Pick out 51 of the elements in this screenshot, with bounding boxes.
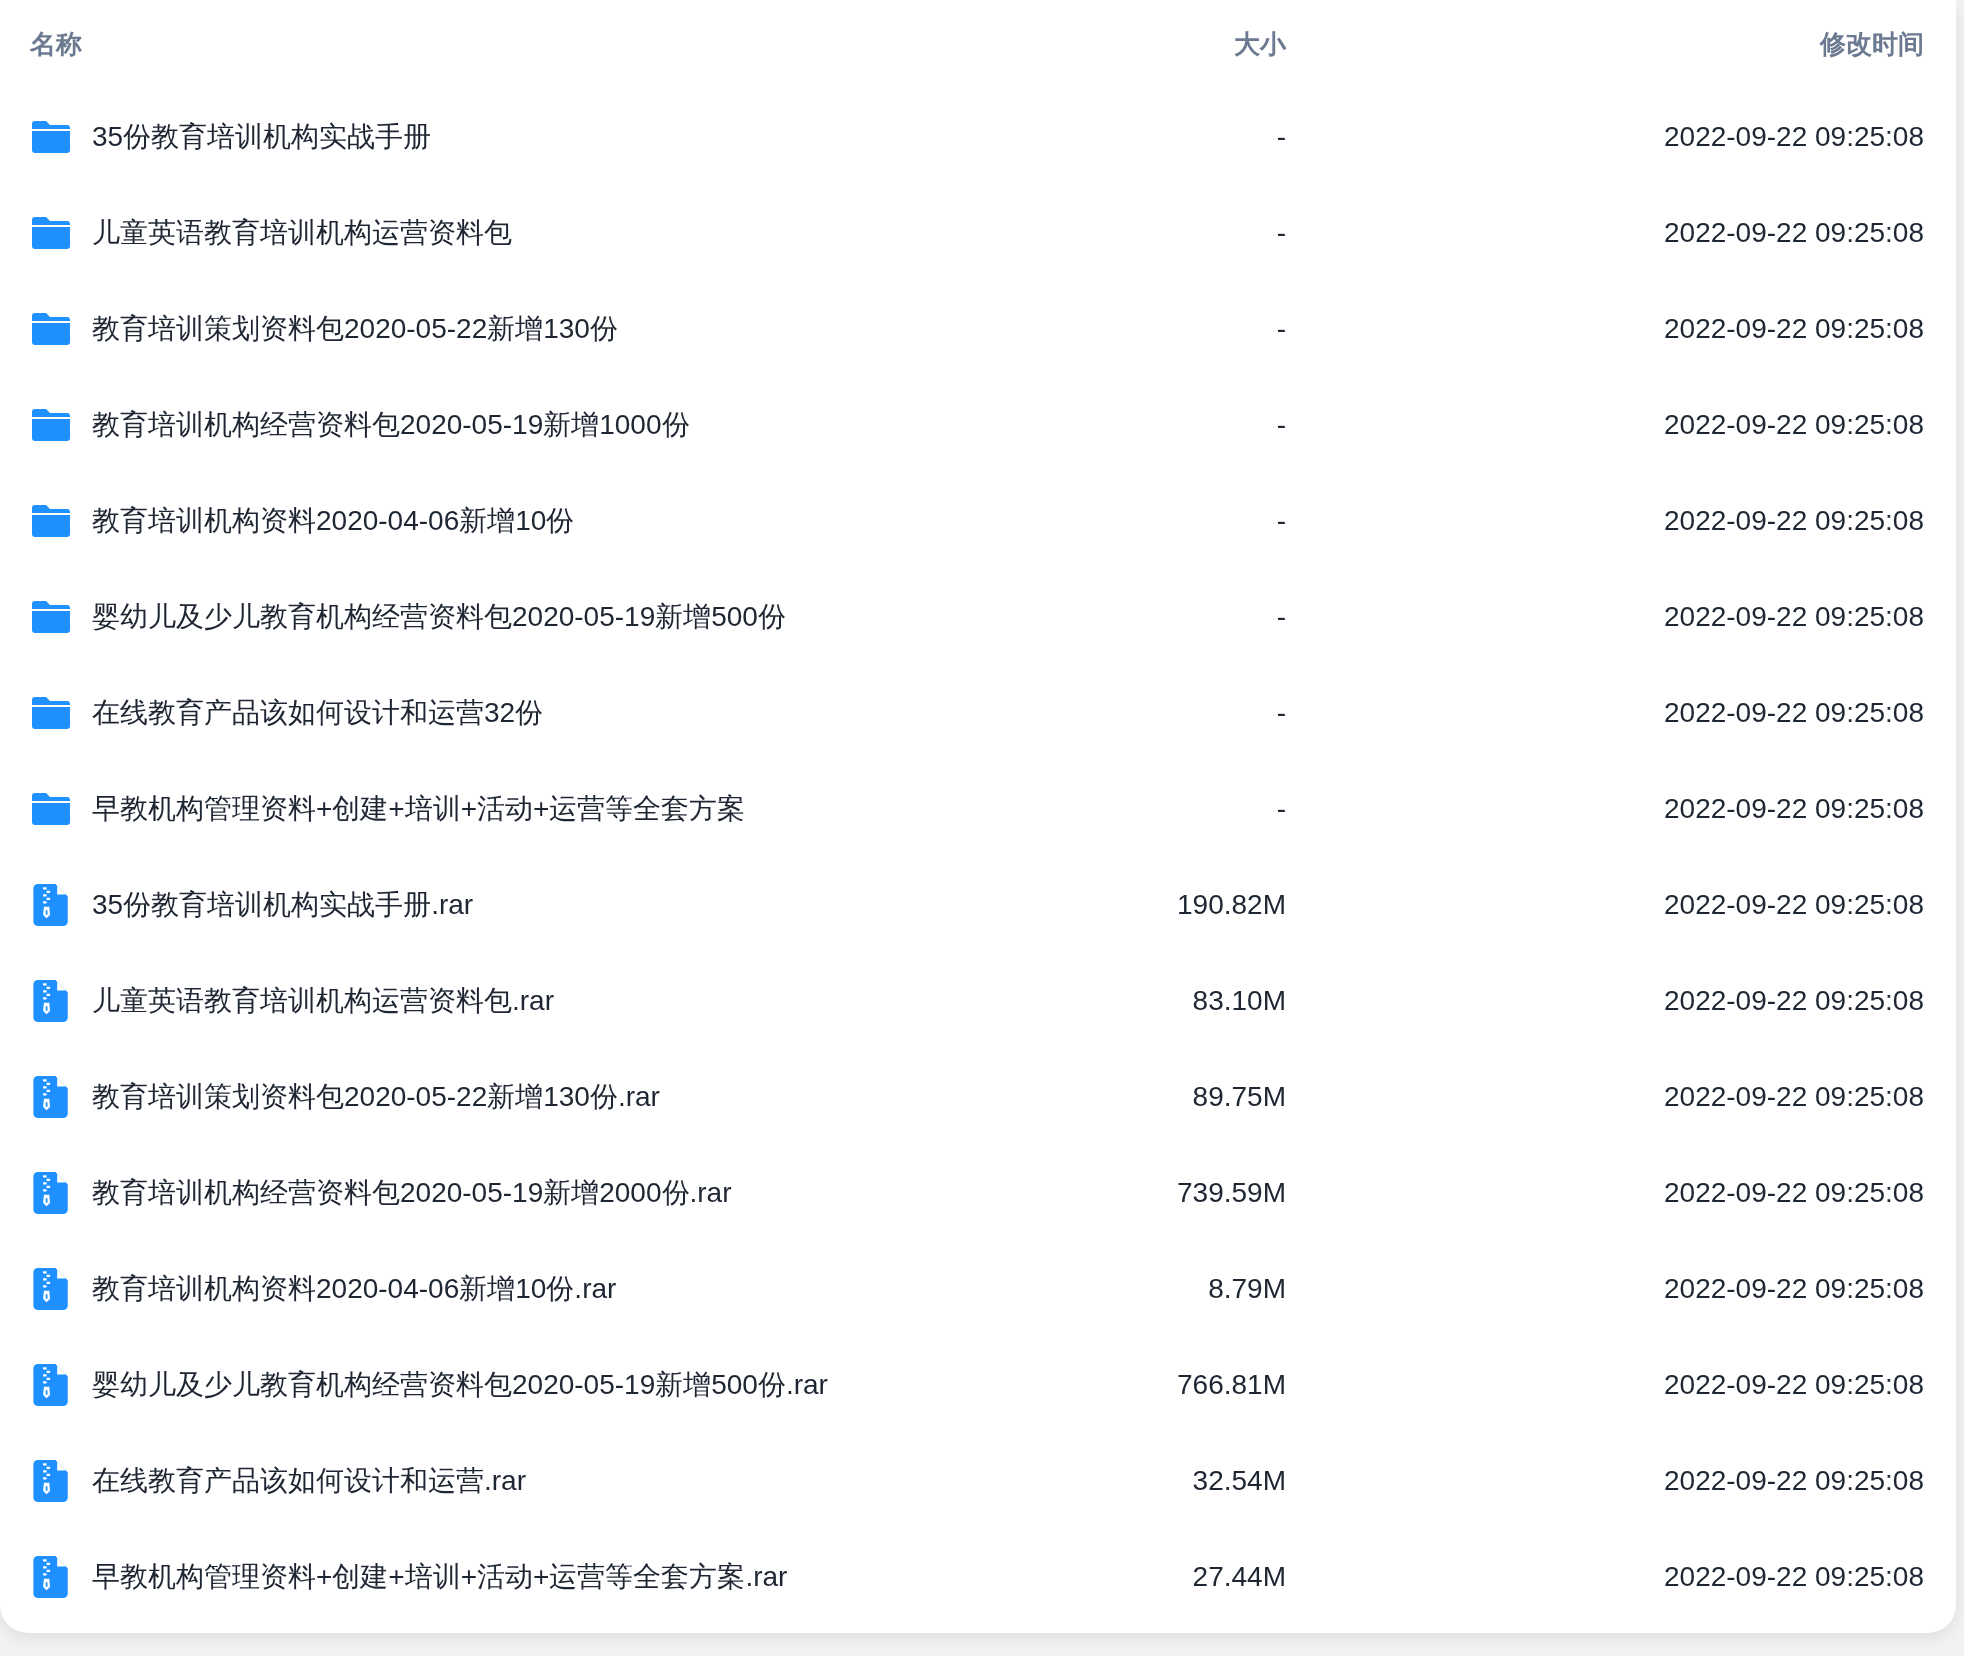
column-header[interactable]: 修改时间	[1820, 27, 1924, 62]
modified-time: 2022-09-22 09:25:08	[1664, 793, 1924, 825]
file-name[interactable]: 早教机构管理资料+创建+培训+活动+运营等全套方案.rar	[92, 1558, 788, 1596]
file-name[interactable]: 在线教育产品该如何设计和运营32份	[92, 694, 544, 732]
file-name[interactable]: 在线教育产品该如何设计和运营.rar	[92, 1462, 526, 1500]
file-name[interactable]: 教育培训机构资料2020-04-06新增10份	[92, 502, 575, 540]
file-size: -	[1276, 601, 1286, 633]
file-name[interactable]: 婴幼儿及少儿教育机构经营资料包2020-05-19新增500份.rar	[92, 1366, 828, 1404]
modified-time: 2022-09-22 09:25:08	[1664, 1081, 1924, 1113]
column-header[interactable]: 大小	[1234, 27, 1286, 62]
file-size: -	[1276, 793, 1286, 825]
file-size: 83.10M	[1192, 985, 1286, 1017]
file-size: 190.82M	[1177, 889, 1286, 921]
file-size: -	[1276, 313, 1286, 345]
modified-time: 2022-09-22 09:25:08	[1664, 985, 1924, 1017]
file-name[interactable]: 教育培训机构资料2020-04-06新增10份.rar	[92, 1270, 617, 1308]
modified-time: 2022-09-22 09:25:08	[1664, 313, 1924, 345]
file-size: 27.44M	[1192, 1561, 1286, 1593]
modified-time: 2022-09-22 09:25:08	[1664, 1465, 1924, 1497]
file-name[interactable]: 教育培训机构经营资料包2020-05-19新增2000份.rar	[92, 1174, 732, 1212]
file-size: -	[1276, 121, 1286, 153]
modified-time: 2022-09-22 09:25:08	[1664, 1273, 1924, 1305]
file-size: -	[1276, 505, 1286, 537]
modified-time: 2022-09-22 09:25:08	[1664, 121, 1924, 153]
modified-time: 2022-09-22 09:25:08	[1664, 697, 1924, 729]
file-size: 8.79M	[1208, 1273, 1286, 1305]
modified-time: 2022-09-22 09:25:08	[1664, 1177, 1924, 1209]
file-size: -	[1276, 217, 1286, 249]
file-name[interactable]: 教育培训策划资料包2020-05-22新增130份.rar	[92, 1078, 660, 1116]
file-name[interactable]: 儿童英语教育培训机构运营资料包	[92, 214, 512, 252]
modified-time: 2022-09-22 09:25:08	[1664, 889, 1924, 921]
modified-time: 2022-09-22 09:25:08	[1664, 1369, 1924, 1401]
file-name[interactable]: 婴幼儿及少儿教育机构经营资料包2020-05-19新增500份	[92, 598, 786, 636]
column-header[interactable]: 名称	[30, 27, 986, 62]
modified-time: 2022-09-22 09:25:08	[1664, 409, 1924, 441]
file-name[interactable]: 35份教育培训机构实战手册	[92, 118, 432, 156]
file-size: -	[1276, 697, 1286, 729]
modified-time: 2022-09-22 09:25:08	[1664, 1561, 1924, 1593]
modified-time: 2022-09-22 09:25:08	[1664, 601, 1924, 633]
file-name[interactable]: 35份教育培训机构实战手册.rar	[92, 886, 474, 924]
file-size: 739.59M	[1177, 1177, 1286, 1209]
modified-time: 2022-09-22 09:25:08	[1664, 505, 1924, 537]
file-size: 766.81M	[1177, 1369, 1286, 1401]
file-size: -	[1276, 409, 1286, 441]
file-name[interactable]: 儿童英语教育培训机构运营资料包.rar	[92, 982, 554, 1020]
modified-time: 2022-09-22 09:25:08	[1664, 217, 1924, 249]
file-size: 32.54M	[1192, 1465, 1286, 1497]
file-name[interactable]: 教育培训机构经营资料包2020-05-19新增1000份	[92, 406, 690, 444]
file-name[interactable]: 教育培训策划资料包2020-05-22新增130份	[92, 310, 618, 348]
file-size: 89.75M	[1192, 1081, 1286, 1113]
file-name[interactable]: 早教机构管理资料+创建+培训+活动+运营等全套方案	[92, 790, 746, 828]
